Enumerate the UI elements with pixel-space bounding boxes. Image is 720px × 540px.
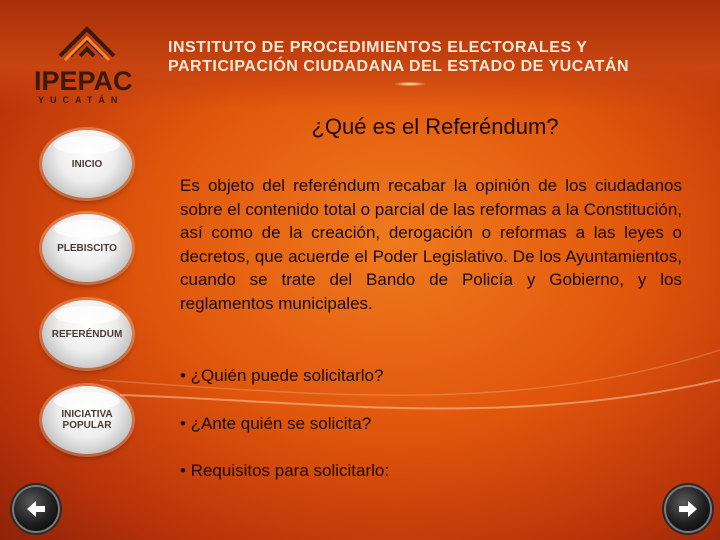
nav-button-iniciativa-popular[interactable]: INICIATIVA POPULAR xyxy=(42,386,132,454)
bullet-link-requisitos[interactable]: • Requisitos para solicitarlo: xyxy=(180,461,680,481)
institution-title-line1: INSTITUTO DE PROCEDIMIENTOS ELECTORALES … xyxy=(168,39,588,56)
arrow-left-icon xyxy=(27,501,45,517)
definition-paragraph: Es objeto del referéndum recabar la opin… xyxy=(180,176,682,313)
prev-button[interactable] xyxy=(14,487,58,531)
nav-label-popular: POPULAR xyxy=(62,420,112,431)
nav-button-plebiscito[interactable]: PLEBISCITO xyxy=(42,214,132,282)
next-button[interactable] xyxy=(666,487,710,531)
nav-button-referendum[interactable]: REFERÉNDUM xyxy=(42,300,132,368)
nav-label-iniciativa: INICIATIVA xyxy=(61,409,113,420)
arrow-right-icon xyxy=(679,501,697,517)
nav-label-inicio: INICIO xyxy=(71,158,103,170)
bullet-link-ante-quien[interactable]: • ¿Ante quién se solicita? xyxy=(180,414,680,434)
bullet-link-quien-puede[interactable]: • ¿Quién puede solicitarlo? xyxy=(180,366,680,386)
page-title: ¿Qué es el Referéndum? xyxy=(311,114,559,139)
nav-label-referendum: REFERÉNDUM xyxy=(51,328,123,340)
institution-title: INSTITUTO DE PROCEDIMIENTOS ELECTORALES … xyxy=(168,38,678,76)
nav-label-plebiscito: PLEBISCITO xyxy=(57,242,117,254)
title-glow xyxy=(395,82,425,86)
nav-label-iniciativa-popular: INICIATIVA POPULAR xyxy=(61,409,112,431)
nav-button-inicio[interactable]: INICIO xyxy=(42,130,132,198)
logo-text: IPEPAC xyxy=(34,66,133,96)
institution-title-line2: PARTICIPACIÓN CIUDADANA DEL ESTADO DE YU… xyxy=(168,58,630,75)
logo-subtext: YUCATÁN xyxy=(38,95,124,105)
